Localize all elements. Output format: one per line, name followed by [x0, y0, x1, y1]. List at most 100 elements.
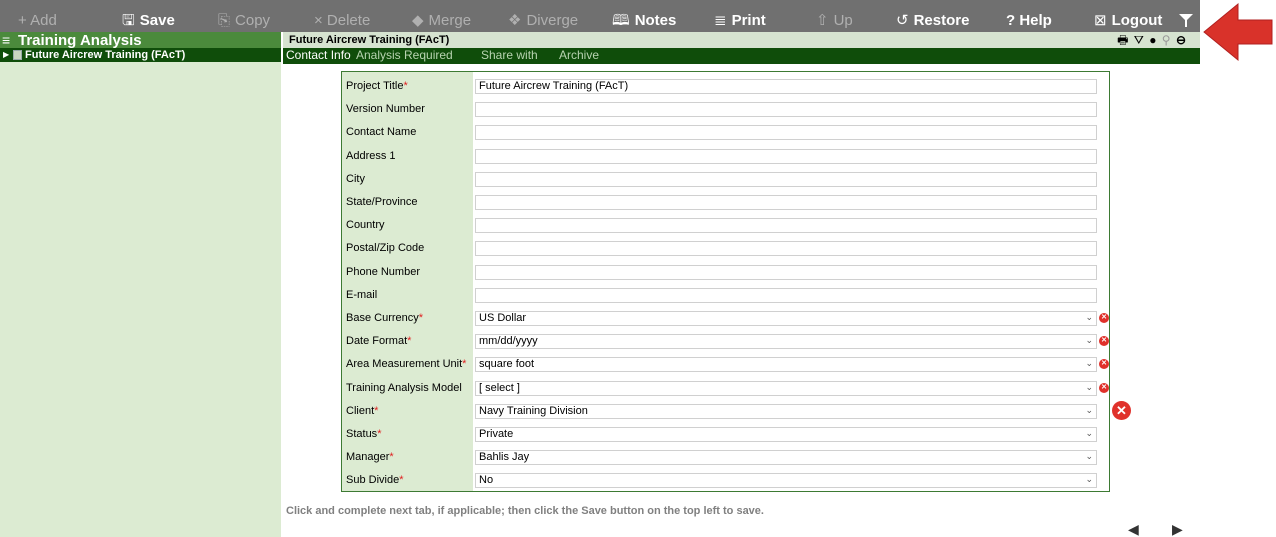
next-arrow-icon[interactable]: ▶	[1172, 521, 1183, 537]
search-icon[interactable]: ⚲	[1162, 33, 1171, 47]
form-row: Sub Divide* No ⌄	[342, 469, 1109, 492]
up-button[interactable]: ⇧ Up	[816, 0, 853, 32]
form-row: Area Measurement Unit* square foot ⌄ ✕	[342, 353, 1109, 376]
chevron-down-icon: ⌄	[1085, 358, 1093, 369]
field-label: Address 1	[346, 145, 396, 168]
field-label-text: Postal/Zip Code	[346, 242, 425, 255]
menu-icon[interactable]: ≡	[2, 33, 10, 47]
field-label: Manager*	[346, 446, 394, 469]
required-marker: *	[377, 428, 382, 440]
merge-label: Merge	[428, 12, 472, 29]
clear-client-icon[interactable]: ✕	[1112, 401, 1131, 420]
delete-button[interactable]: × Delete	[314, 0, 370, 32]
sidebar-header: ≡ Training Analysis	[0, 32, 281, 49]
field-label: Postal/Zip Code	[346, 237, 424, 260]
field-label: Contact Name	[346, 121, 416, 144]
field-label-text: Sub Divide	[346, 474, 400, 487]
logout-button[interactable]: ⊠ Logout	[1094, 0, 1162, 32]
up-arrow-icon: ⇧	[816, 12, 829, 29]
form-row: State/Province	[342, 191, 1109, 214]
up-label: Up	[833, 12, 853, 29]
field-label-text: Client	[346, 404, 375, 417]
contact-info-form: Project Title* Future Aircrew Training (F…	[341, 71, 1110, 492]
select-field[interactable]: [ select ] ⌄	[475, 380, 1097, 396]
field-label-text: Status	[346, 428, 378, 440]
help-button[interactable]: ? Help	[1006, 0, 1052, 32]
book-icon: 🕮	[612, 12, 630, 29]
clear-icon[interactable]: ✕	[1099, 336, 1109, 347]
field-label-text: Training Analysis Model	[346, 381, 462, 394]
diverge-icon: ❖	[508, 12, 522, 29]
select-field[interactable]: No ⌄	[475, 473, 1097, 489]
form-row: Base Currency* US Dollar ⌄ ✕	[342, 307, 1109, 330]
text-field[interactable]	[475, 195, 1097, 210]
tab-share-with[interactable]: Share with	[481, 48, 538, 63]
field-label: State/Province	[346, 191, 418, 214]
chevron-down-icon: ⌄	[1085, 312, 1093, 322]
clear-icon[interactable]: ✕	[1099, 382, 1109, 393]
chevron-down-icon: ⌄	[1085, 404, 1093, 415]
form-row: Client* Navy Training Division ⌄	[342, 400, 1109, 423]
copy-button[interactable]: ⎘ Copy	[218, 0, 270, 32]
help-label: ? Help	[1006, 12, 1052, 29]
field-label-text: Address 1	[346, 149, 396, 162]
tab-contact-info[interactable]: Contact Info	[286, 48, 351, 63]
merge-button[interactable]: ◆ Merge	[412, 0, 471, 32]
required-marker: *	[389, 451, 394, 464]
select-field[interactable]: square foot ⌄	[475, 357, 1097, 373]
select-field[interactable]: mm/dd/yyyy ⌄	[475, 334, 1097, 350]
select-field[interactable]: Private ⌄	[475, 427, 1097, 442]
record-title: Future Aircrew Training (FAcT)	[289, 34, 450, 46]
text-field[interactable]	[475, 125, 1097, 141]
field-label-text: Date Format	[346, 335, 408, 348]
clear-icon[interactable]: ✕	[1099, 359, 1109, 370]
text-field[interactable]	[475, 171, 1097, 187]
form-row: Phone Number	[342, 261, 1109, 284]
zoom-out-icon[interactable]: ⊖	[1176, 33, 1186, 47]
text-field[interactable]	[475, 287, 1097, 303]
field-label-text: Country	[346, 219, 385, 232]
form-row: Project Title* Future Aircrew Training (F…	[342, 75, 1109, 98]
text-field[interactable]	[475, 241, 1097, 257]
print-label: Print	[731, 12, 766, 29]
field-label: Date Format*	[346, 330, 411, 353]
save-button[interactable]: 🖫 Save	[122, 0, 175, 32]
tab-analysis-required[interactable]: Analysis Required	[356, 48, 453, 63]
print-button[interactable]: ≣ Print	[714, 0, 766, 32]
text-field[interactable]	[475, 264, 1097, 280]
form-row: Contact Name	[342, 121, 1109, 144]
notes-label: Notes	[634, 12, 677, 29]
delete-label: × Delete	[314, 12, 371, 29]
logout-label: Logout	[1111, 12, 1163, 29]
notes-button[interactable]: 🕮 Notes	[612, 0, 676, 32]
add-button[interactable]: + Add	[18, 0, 57, 32]
select-field[interactable]: Bahlis Jay ⌄	[475, 450, 1097, 466]
clear-icon[interactable]: ✕	[1099, 313, 1109, 323]
text-field[interactable]	[475, 148, 1097, 164]
field-label-text: Contact Name	[346, 126, 417, 139]
select-field[interactable]: US Dollar ⌄	[475, 311, 1097, 326]
field-value: No	[479, 474, 494, 487]
previous-arrow-icon[interactable]: ◀	[1128, 521, 1139, 537]
annotation-arrow-icon	[1203, 2, 1273, 62]
filter-icon[interactable]: ⛛	[1134, 33, 1144, 47]
tree-item-selected[interactable]: ▶ Future Aircrew Training (FAcT)	[0, 48, 281, 62]
diverge-button[interactable]: ❖ Diverge	[508, 0, 578, 32]
tab-archive[interactable]: Archive	[559, 48, 599, 63]
text-field[interactable]	[475, 218, 1097, 234]
required-marker: *	[462, 358, 467, 371]
expand-arrow-icon[interactable]: ▶	[3, 50, 9, 59]
required-marker: *	[418, 312, 424, 324]
field-label: Country	[346, 214, 385, 237]
form-row: Postal/Zip Code	[342, 237, 1109, 260]
toolbar: + Add 🖫 Save ⎘ Copy × Delete ◆ Merge ❖ Diver…	[0, 0, 1200, 32]
field-label: City	[346, 168, 365, 191]
diverge-label: Diverge	[526, 12, 579, 29]
print-icon[interactable]: 🖶	[1117, 33, 1128, 47]
restore-button[interactable]: ↺ Restore	[896, 0, 969, 32]
text-field[interactable]: Future Aircrew Training (FAcT)	[475, 79, 1097, 94]
select-field[interactable]: Navy Training Division ⌄	[475, 403, 1097, 419]
text-field[interactable]	[475, 102, 1097, 118]
filter-icon[interactable]	[1178, 0, 1194, 32]
info-icon[interactable]: ●	[1149, 33, 1156, 47]
